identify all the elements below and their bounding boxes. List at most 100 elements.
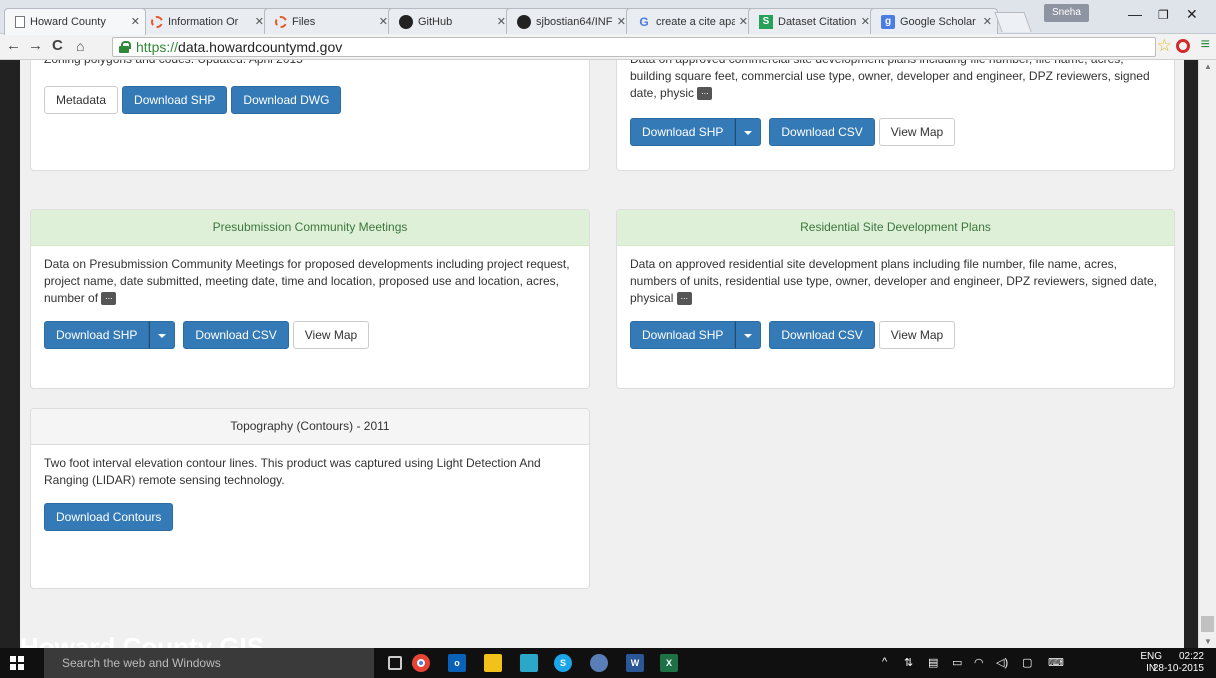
lock-icon bbox=[119, 41, 131, 53]
google-icon: G bbox=[639, 14, 649, 29]
url-input[interactable]: https://data.howardcountymd.gov bbox=[112, 37, 1156, 57]
task-view-icon[interactable] bbox=[388, 656, 402, 670]
forward-arrow-icon[interactable]: → bbox=[28, 37, 43, 54]
opera-extension-icon[interactable] bbox=[1176, 39, 1190, 53]
tab-information[interactable]: Information Or ✕ bbox=[140, 8, 270, 34]
dataset-container: Zoning polygons and codes. Updated: Apri… bbox=[20, 60, 1184, 648]
bookmark-star-icon[interactable]: ☆ bbox=[1157, 36, 1172, 56]
card-topography-contours: Topography (Contours) - 2011 Two foot in… bbox=[30, 408, 590, 589]
back-arrow-icon[interactable]: ← bbox=[6, 37, 21, 54]
download-shp-button[interactable]: Download SHP bbox=[44, 321, 150, 349]
card-description: Data on approved commercial site develop… bbox=[630, 60, 1150, 101]
caret-down-icon bbox=[158, 333, 167, 338]
card-zoning: Zoning polygons and codes. Updated: Apri… bbox=[30, 60, 590, 171]
loading-icon bbox=[151, 15, 163, 28]
restore-icon[interactable]: ❐ bbox=[1158, 8, 1169, 22]
system-clock[interactable]: 02:22 28-10-2015 bbox=[1153, 651, 1204, 675]
view-map-button[interactable]: View Map bbox=[292, 321, 370, 349]
network-sync-icon[interactable]: ⇅ bbox=[904, 656, 913, 669]
download-options-toggle[interactable] bbox=[735, 118, 762, 146]
chrome-icon[interactable] bbox=[412, 654, 430, 672]
close-tab-icon[interactable]: ✕ bbox=[497, 15, 506, 28]
reload-icon[interactable]: C bbox=[52, 37, 63, 54]
close-tab-icon[interactable]: ✕ bbox=[983, 15, 992, 28]
menu-icon[interactable]: ≡ bbox=[1201, 36, 1210, 54]
minimize-icon[interactable]: — bbox=[1128, 6, 1142, 22]
download-csv-button[interactable]: Download CSV bbox=[769, 118, 875, 146]
tab-files[interactable]: Files ✕ bbox=[264, 8, 394, 34]
scrollbar-thumb[interactable] bbox=[1201, 616, 1214, 632]
outlook-icon[interactable]: o bbox=[448, 654, 466, 672]
document-icon bbox=[15, 16, 25, 28]
loading-icon bbox=[275, 15, 287, 28]
view-map-button[interactable]: View Map bbox=[878, 321, 956, 349]
download-dwg-button[interactable]: Download DWG bbox=[231, 86, 342, 114]
notifications-icon[interactable]: ▢ bbox=[1022, 656, 1032, 669]
user-profile-badge[interactable]: Sneha bbox=[1044, 4, 1089, 22]
close-tab-icon[interactable]: ✕ bbox=[861, 15, 870, 28]
close-tab-icon[interactable]: ✕ bbox=[255, 15, 264, 28]
footer-title: Howard County GIS bbox=[20, 632, 265, 648]
globe-icon[interactable] bbox=[590, 654, 608, 672]
volume-icon[interactable]: ◁) bbox=[996, 656, 1008, 669]
card-commercial-site-plans: Data on approved commercial site develop… bbox=[616, 60, 1175, 171]
card-title: Residential Site Development Plans bbox=[617, 210, 1174, 246]
download-shp-button[interactable]: Download SHP bbox=[630, 118, 736, 146]
tab-cite-apa[interactable]: G create a cite apa ✕ bbox=[626, 8, 754, 34]
scroll-down-icon[interactable]: ▼ bbox=[1204, 637, 1212, 646]
s-logo-icon: S bbox=[759, 14, 773, 29]
card-description: Two foot interval elevation contour line… bbox=[44, 456, 541, 487]
card-description: Data on approved residential site develo… bbox=[630, 257, 1157, 306]
google-scholar-icon: g bbox=[881, 14, 895, 29]
metadata-button[interactable]: Metadata bbox=[44, 86, 119, 114]
close-tab-icon[interactable]: ✕ bbox=[379, 15, 388, 28]
keyboard-icon[interactable]: ⌨ bbox=[1048, 656, 1064, 669]
pinned-app-icon[interactable]: ▤ bbox=[928, 656, 938, 669]
close-tab-icon[interactable]: ✕ bbox=[739, 15, 748, 28]
battery-icon[interactable]: ▭ bbox=[952, 656, 962, 669]
tab-github[interactable]: GitHub ✕ bbox=[388, 8, 512, 34]
more-button[interactable]: ... bbox=[101, 292, 117, 306]
wifi-icon[interactable]: ◠ bbox=[974, 656, 984, 669]
page-viewport: Zoning polygons and codes. Updated: Apri… bbox=[0, 60, 1198, 648]
word-icon[interactable]: W bbox=[626, 654, 644, 672]
file-explorer-icon[interactable] bbox=[484, 654, 502, 672]
taskbar-search-input[interactable]: Search the web and Windows bbox=[44, 648, 374, 678]
browser-tab-bar: Howard County ✕ Information Or ✕ Files ✕… bbox=[0, 0, 1216, 35]
card-residential-site-plans: Residential Site Development Plans Data … bbox=[616, 209, 1175, 389]
download-options-toggle[interactable] bbox=[149, 321, 176, 349]
skype-icon[interactable]: S bbox=[554, 654, 572, 672]
scroll-up-icon[interactable]: ▲ bbox=[1204, 62, 1212, 71]
windows-start-icon[interactable] bbox=[10, 656, 24, 670]
tab-sjbostian[interactable]: sjbostian64/INF ✕ bbox=[506, 8, 632, 34]
github-icon bbox=[517, 14, 531, 29]
address-bar: ← → C ⌂ https://data.howardcountymd.gov … bbox=[0, 34, 1216, 60]
show-hidden-icons-icon[interactable]: ^ bbox=[882, 656, 887, 668]
tab-google-scholar[interactable]: g Google Scholar ✕ bbox=[870, 8, 998, 34]
home-icon[interactable]: ⌂ bbox=[76, 38, 84, 54]
download-csv-button[interactable]: Download CSV bbox=[183, 321, 289, 349]
card-presubmission-meetings: Presubmission Community Meetings Data on… bbox=[30, 209, 590, 389]
close-tab-icon[interactable]: ✕ bbox=[131, 15, 140, 28]
card-title: Presubmission Community Meetings bbox=[31, 210, 589, 246]
caret-down-icon bbox=[744, 130, 753, 135]
card-description: Data on Presubmission Community Meetings… bbox=[44, 257, 570, 306]
download-csv-button[interactable]: Download CSV bbox=[769, 321, 875, 349]
photos-icon[interactable] bbox=[520, 654, 538, 672]
new-tab-button[interactable] bbox=[994, 12, 1032, 32]
tab-dataset-citation[interactable]: S Dataset Citation ✕ bbox=[748, 8, 876, 34]
close-window-icon[interactable]: ✕ bbox=[1186, 6, 1198, 23]
tab-howard-county[interactable]: Howard County ✕ bbox=[4, 8, 146, 35]
download-contours-button[interactable]: Download Contours bbox=[44, 503, 174, 531]
download-shp-button[interactable]: Download SHP bbox=[630, 321, 736, 349]
download-options-toggle[interactable] bbox=[735, 321, 762, 349]
more-button[interactable]: ... bbox=[676, 292, 692, 306]
windows-taskbar: Search the web and Windows o S W X ^ ⇅ ▤… bbox=[0, 648, 1216, 678]
download-shp-button[interactable]: Download SHP bbox=[122, 86, 228, 114]
more-button[interactable]: ... bbox=[697, 87, 713, 101]
card-title: Topography (Contours) - 2011 bbox=[31, 409, 589, 445]
excel-icon[interactable]: X bbox=[660, 654, 678, 672]
page-scrollbar[interactable]: ▲ ▼ bbox=[1198, 60, 1216, 648]
close-tab-icon[interactable]: ✕ bbox=[617, 15, 626, 28]
view-map-button[interactable]: View Map bbox=[878, 118, 956, 146]
